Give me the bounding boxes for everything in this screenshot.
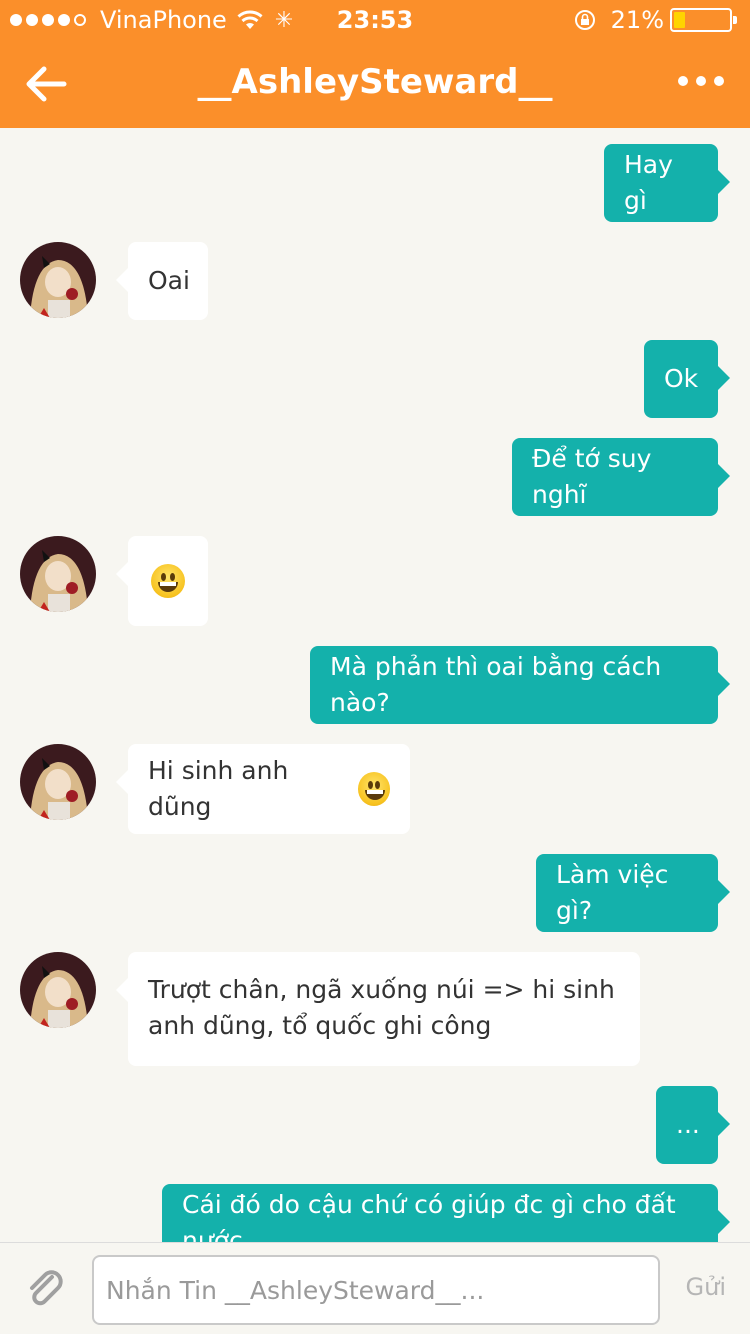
outgoing-message: Cái đó do cậu chứ có giúp đc gì cho đất …	[162, 1184, 730, 1242]
chat-header: __AshleySteward__	[0, 40, 750, 128]
message-text: Trượt chân, ngã xuống núi => hi sinh anh…	[148, 975, 615, 1040]
outgoing-message: Mà phản thì oai bằng cách nào?	[310, 646, 730, 724]
message-input[interactable]	[92, 1255, 660, 1325]
message-text: Cái đó do cậu chứ có giúp đc gì cho đất …	[182, 1190, 676, 1242]
incoming-message: Oai	[116, 242, 208, 320]
message-text: Để tớ suy nghĩ	[532, 444, 652, 509]
incoming-message: Trượt chân, ngã xuống núi => hi sinh anh…	[116, 952, 640, 1066]
grinning-face-icon	[357, 772, 390, 806]
message-text: ...	[676, 1110, 700, 1139]
paperclip-icon[interactable]	[22, 1265, 70, 1313]
battery-icon	[670, 8, 737, 32]
send-button[interactable]: Gửi	[686, 1273, 726, 1301]
avatar[interactable]	[20, 744, 96, 820]
message-text: Ok	[664, 364, 699, 393]
message-list[interactable]: Hay gì Oai Ok Để tớ suy nghĩ Mà phản thì…	[0, 128, 750, 1242]
message-text: Hay gì	[624, 150, 673, 215]
outgoing-message: Để tớ suy nghĩ	[512, 438, 730, 516]
message-text: Mà phản thì oai bằng cách nào?	[330, 652, 662, 717]
message-text: Oai	[148, 266, 190, 295]
incoming-message: Hi sinh anh dũng	[116, 744, 410, 834]
message-text: Hi sinh anh dũng	[148, 756, 289, 821]
avatar[interactable]	[20, 952, 96, 1028]
status-bar: VinaPhone ✳ 23:53 21%	[0, 0, 750, 40]
battery-percent: 21%	[610, 6, 664, 34]
message-text: Làm việc gì?	[556, 860, 669, 925]
message-composer: Gửi	[0, 1242, 750, 1334]
status-right: 21%	[573, 6, 738, 34]
outgoing-message: Ok	[644, 340, 730, 418]
rotation-lock-icon	[574, 10, 595, 30]
grinning-face-icon	[151, 564, 185, 598]
incoming-message	[116, 536, 208, 626]
outgoing-message: Làm việc gì?	[536, 854, 730, 932]
outgoing-message: Hay gì	[604, 144, 730, 222]
more-dots-icon[interactable]	[670, 76, 724, 86]
avatar[interactable]	[20, 536, 96, 612]
avatar[interactable]	[20, 242, 96, 318]
outgoing-message: ...	[656, 1086, 730, 1164]
conversation-title: __AshleySteward__	[197, 62, 553, 102]
